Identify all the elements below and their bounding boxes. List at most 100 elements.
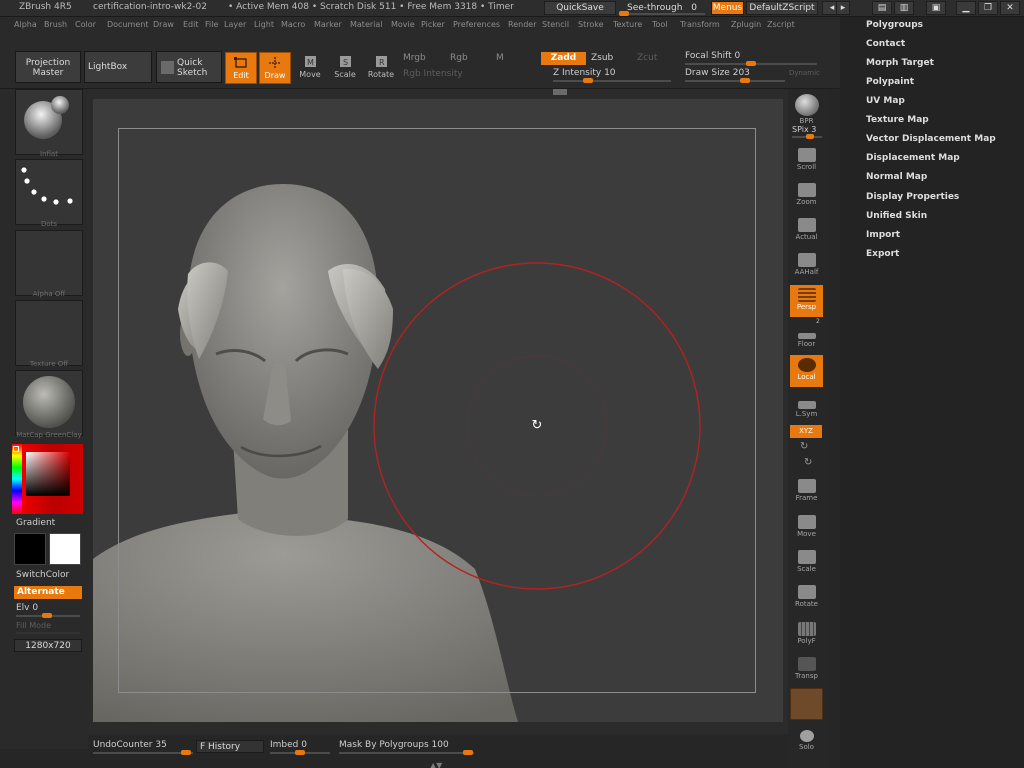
zoom-button[interactable]: Zoom xyxy=(790,180,823,212)
alternate-toggle[interactable]: Alternate xyxy=(14,586,82,599)
see-through-handle[interactable] xyxy=(619,11,629,16)
displacement-map-item[interactable]: Displacement Map xyxy=(866,153,960,163)
frame-button[interactable]: Frame xyxy=(790,476,823,508)
rotate-button[interactable]: R Rotate xyxy=(365,52,397,84)
zadd-toggle[interactable]: Zadd xyxy=(541,52,586,65)
transp-button[interactable]: Transp xyxy=(790,654,823,686)
aahalf-button[interactable]: AAHalf xyxy=(790,250,823,282)
expand-tray-icon[interactable]: ▲▼ xyxy=(430,761,442,768)
move-view-button[interactable]: Move xyxy=(790,512,823,544)
document-viewport[interactable]: ↻ xyxy=(93,99,783,722)
xyz-toggle[interactable]: XYZ xyxy=(790,425,822,438)
quick-sketch-button[interactable]: Quick Sketch xyxy=(156,51,222,83)
layout-icon-1[interactable]: ▤ xyxy=(872,1,892,15)
menu-edit[interactable]: Edit xyxy=(183,20,199,29)
normal-map-item[interactable]: Normal Map xyxy=(866,172,927,182)
imbed-handle[interactable] xyxy=(295,750,305,755)
mrgb-button[interactable]: Mrgb xyxy=(403,53,426,63)
minimize-icon[interactable]: ▁ xyxy=(956,1,976,15)
stroke-thumbnail[interactable] xyxy=(15,159,83,225)
see-through-track[interactable] xyxy=(619,11,705,16)
draw-size-handle[interactable] xyxy=(740,78,750,83)
focal-shift-slider[interactable]: Focal Shift 0 xyxy=(685,51,740,61)
vector-displacement-map-item[interactable]: Vector Displacement Map xyxy=(866,134,996,144)
main-color-swatch[interactable] xyxy=(14,533,46,565)
menu-brush[interactable]: Brush xyxy=(44,20,67,29)
rotate-view-button[interactable]: Rotate xyxy=(790,582,823,614)
mask-by-polygroups-handle[interactable] xyxy=(463,750,473,755)
menu-render[interactable]: Render xyxy=(508,20,536,29)
scale-button[interactable]: S Scale xyxy=(329,52,361,84)
rotate-y-icon[interactable]: ↻ xyxy=(800,441,808,452)
menu-transform[interactable]: Transform xyxy=(680,20,720,29)
menu-stroke[interactable]: Stroke xyxy=(578,20,604,29)
fill-mode-track[interactable] xyxy=(16,632,80,634)
scale-view-button[interactable]: Scale xyxy=(790,547,823,579)
quicksave-button[interactable]: QuickSave xyxy=(544,1,616,15)
rgb-intensity-label[interactable]: Rgb Intensity xyxy=(403,69,463,79)
focal-shift-track[interactable] xyxy=(685,61,817,66)
imbed-track[interactable] xyxy=(270,750,330,755)
gradient-toggle[interactable]: Gradient xyxy=(16,518,55,528)
scroll-button[interactable]: Scroll xyxy=(790,145,823,177)
next-arrow-icon[interactable]: ▸ xyxy=(836,1,850,15)
alpha-thumbnail[interactable] xyxy=(15,230,83,296)
menus-toggle[interactable]: Menus xyxy=(711,1,744,15)
canvas-scroll-handle[interactable] xyxy=(553,89,567,95)
unified-skin-item[interactable]: Unified Skin xyxy=(866,211,927,221)
default-zscript-button[interactable]: DefaultZScript xyxy=(746,1,818,15)
spix-slider[interactable]: SPix 3 xyxy=(792,125,816,134)
contact-item[interactable]: Contact xyxy=(866,39,905,49)
menu-layer[interactable]: Layer xyxy=(224,20,246,29)
imbed-slider[interactable]: Imbed 0 xyxy=(270,740,307,750)
texture-map-item[interactable]: Texture Map xyxy=(866,115,929,125)
menu-light[interactable]: Light xyxy=(254,20,274,29)
menu-draw[interactable]: Draw xyxy=(153,20,174,29)
export-item[interactable]: Export xyxy=(866,249,899,259)
hue-strip[interactable] xyxy=(12,444,22,514)
material-thumbnail[interactable] xyxy=(15,370,83,436)
texture-thumbnail[interactable] xyxy=(15,300,83,366)
z-intensity-slider[interactable]: Z Intensity 10 xyxy=(553,68,616,78)
m-button[interactable]: M xyxy=(496,53,504,63)
secondary-color-swatch[interactable] xyxy=(49,533,81,565)
rotate-z-icon[interactable]: ↻ xyxy=(804,457,812,468)
mask-by-polygroups-track[interactable] xyxy=(339,750,474,755)
persp-button[interactable]: Persp xyxy=(790,285,823,317)
mask-by-polygroups-slider[interactable]: Mask By Polygroups 100 xyxy=(339,740,449,750)
import-item[interactable]: Import xyxy=(866,230,900,240)
menu-movie[interactable]: Movie xyxy=(391,20,415,29)
uv-map-item[interactable]: UV Map xyxy=(866,96,905,106)
restore-icon[interactable]: ❐ xyxy=(978,1,998,15)
draw-size-track[interactable] xyxy=(685,78,785,83)
menu-picker[interactable]: Picker xyxy=(421,20,445,29)
color-picker[interactable] xyxy=(12,444,83,514)
morph-target-item[interactable]: Morph Target xyxy=(866,58,934,68)
projection-master-button[interactable]: Projection Master xyxy=(15,51,81,83)
switchcolor-button[interactable]: SwitchColor xyxy=(16,570,69,580)
spix-handle[interactable] xyxy=(806,134,814,139)
undo-counter-track[interactable] xyxy=(93,750,193,755)
rgb-button[interactable]: Rgb xyxy=(450,53,468,63)
menu-alpha[interactable]: Alpha xyxy=(14,20,37,29)
polygroups-item[interactable]: Polygroups xyxy=(866,20,923,30)
bpr-button[interactable]: BPR xyxy=(790,91,823,125)
dynamic-toggle[interactable]: Dynamic xyxy=(789,69,820,77)
menu-tool[interactable]: Tool xyxy=(652,20,668,29)
saturation-square[interactable] xyxy=(26,452,70,496)
draw-button[interactable]: Draw xyxy=(259,52,291,84)
actual-button[interactable]: Actual xyxy=(790,215,823,247)
floor-button[interactable]: Floor xyxy=(790,325,823,357)
focal-shift-handle[interactable] xyxy=(746,61,756,66)
z-intensity-track[interactable] xyxy=(553,78,671,83)
lsym-button[interactable]: L.Sym xyxy=(790,395,823,427)
menu-document[interactable]: Document xyxy=(107,20,148,29)
lightbox-button[interactable]: LightBox xyxy=(84,51,152,83)
local-button[interactable]: Local xyxy=(790,355,823,387)
zcut-toggle[interactable]: Zcut xyxy=(637,53,657,63)
draw-size-slider[interactable]: Draw Size 203 xyxy=(685,68,750,78)
elv-track[interactable] xyxy=(16,613,80,618)
undo-counter-handle[interactable] xyxy=(181,750,191,755)
elv-handle[interactable] xyxy=(42,613,52,618)
z-intensity-handle[interactable] xyxy=(583,78,593,83)
